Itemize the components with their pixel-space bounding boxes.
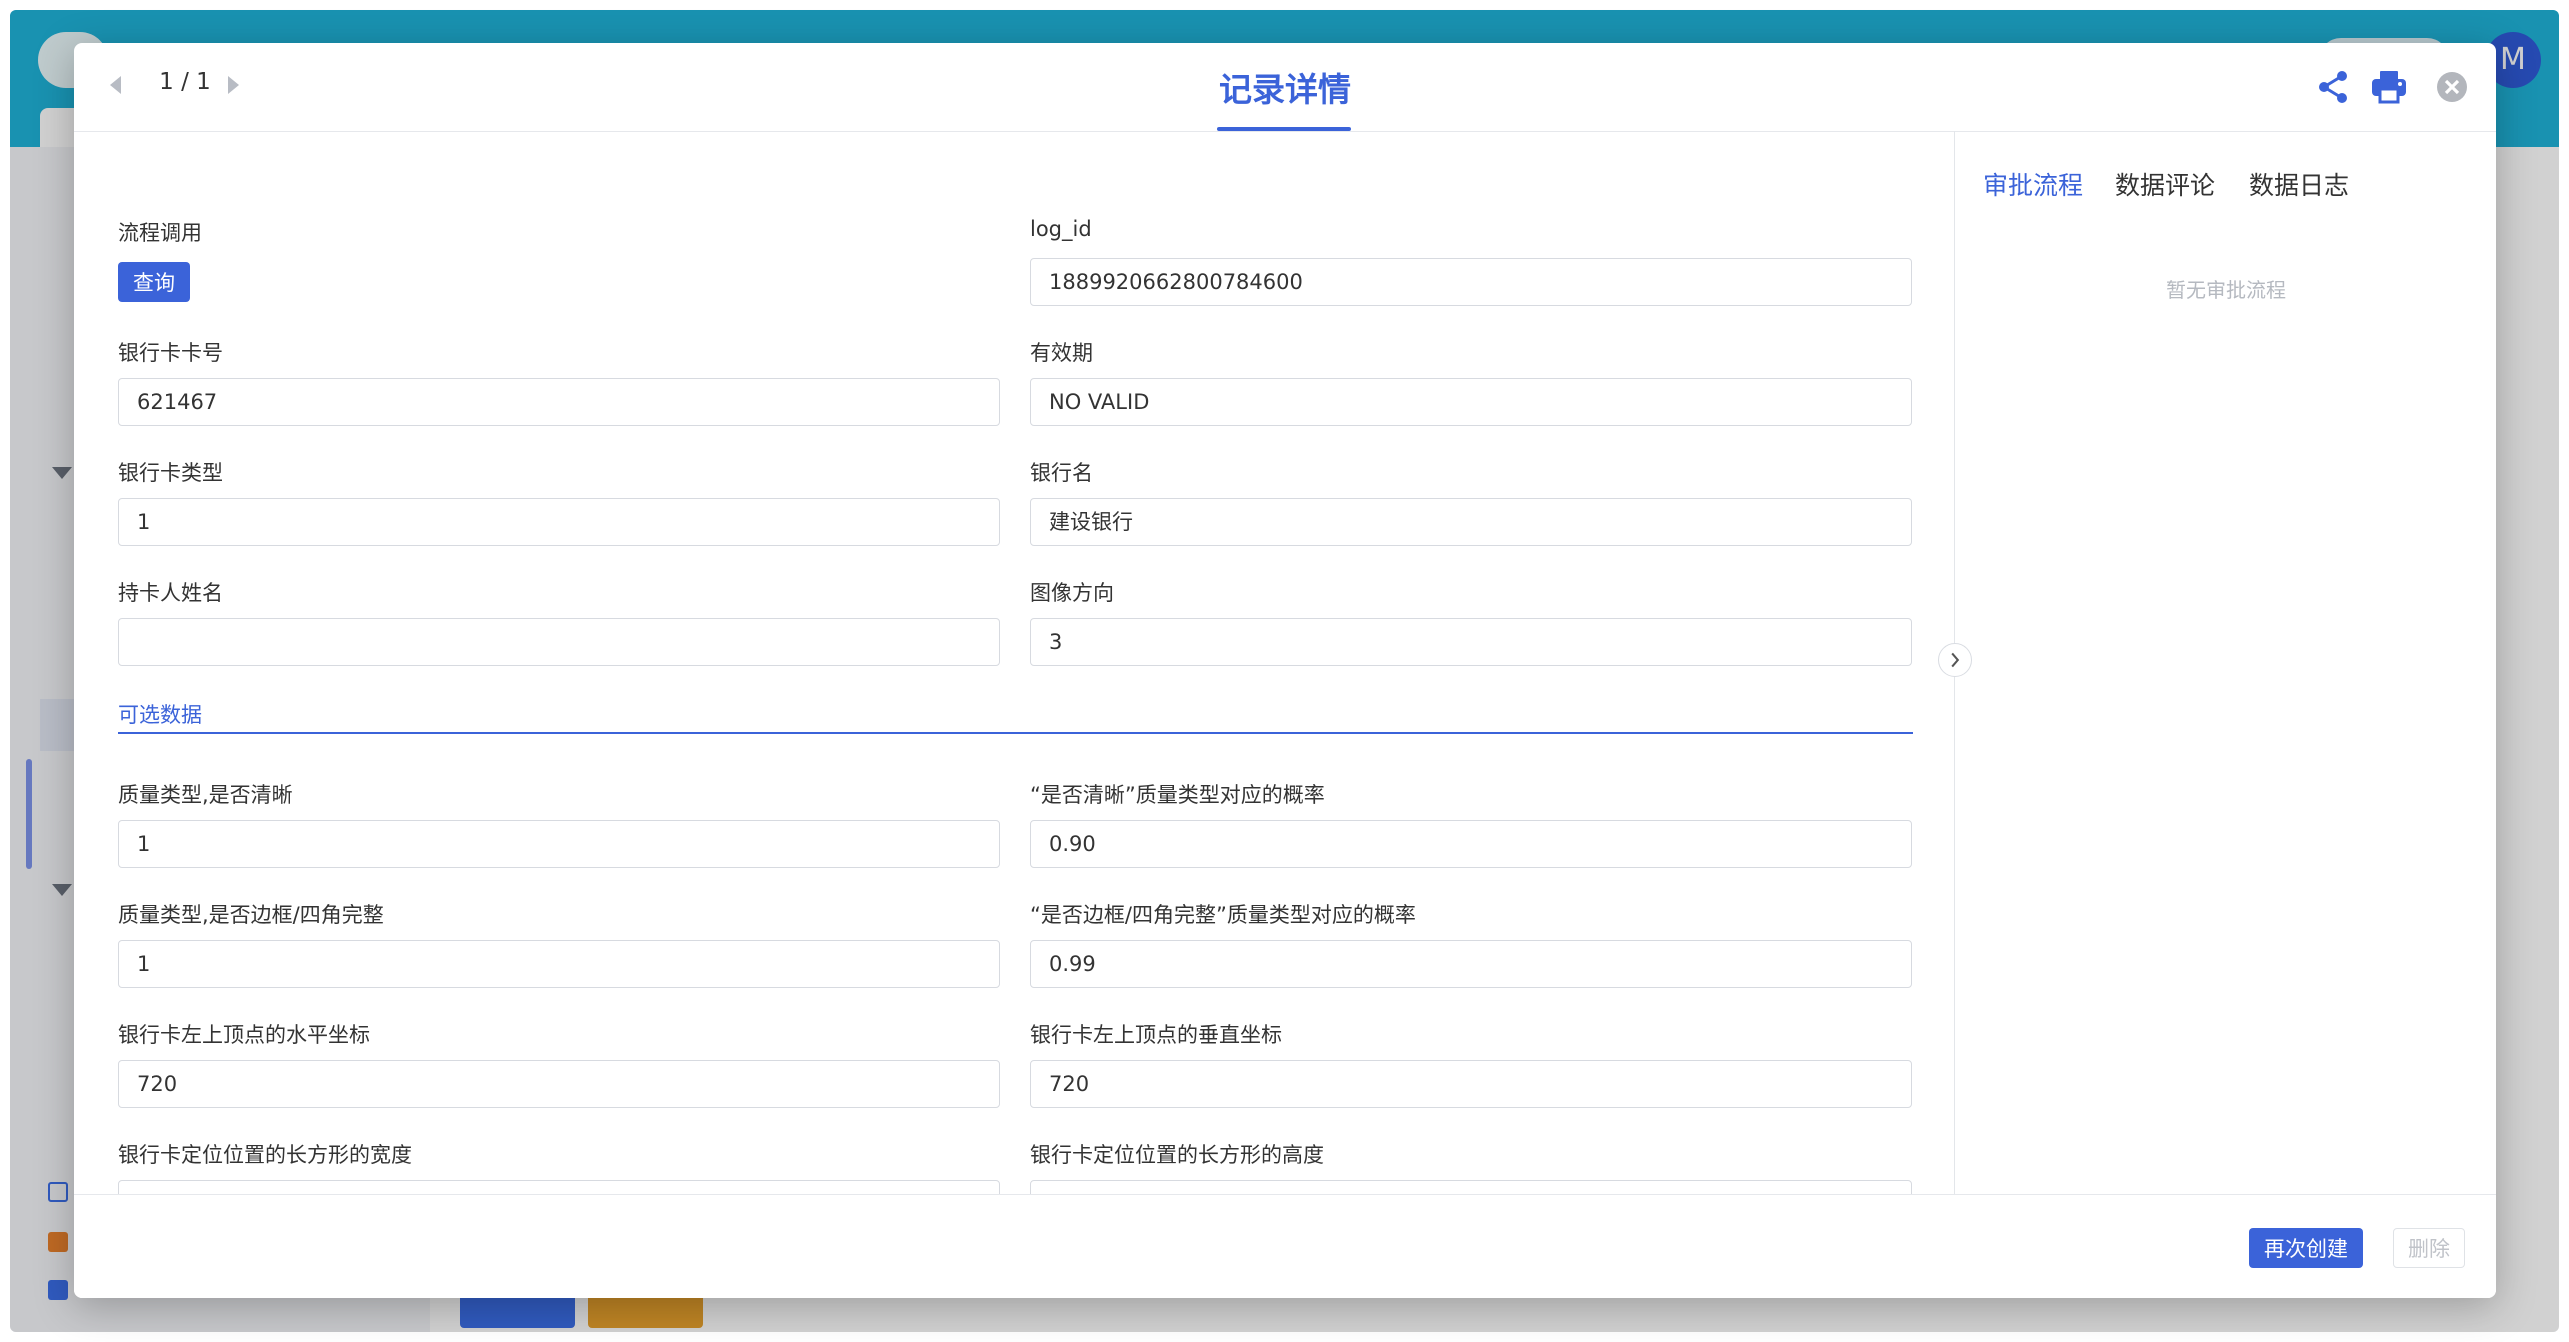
field-label: 银行卡类型	[118, 461, 223, 485]
modal-header: 1 / 1 记录详情	[74, 43, 2496, 132]
close-icon[interactable]	[2432, 67, 2472, 107]
clarity-quality-field[interactable]: 1	[118, 820, 1000, 868]
recreate-button[interactable]: 再次创建	[2249, 1228, 2363, 1268]
field-label: “是否清晰”质量类型对应的概率	[1030, 783, 1325, 807]
field-label: 持卡人姓名	[118, 581, 223, 605]
border-quality-field[interactable]: 1	[118, 940, 1000, 988]
field-label: log_id	[1030, 217, 1092, 241]
field-label: 银行卡左上顶点的水平坐标	[118, 1023, 370, 1047]
field-label: “是否边框/四角完整”质量类型对应的概率	[1030, 903, 1416, 927]
field-label: 图像方向	[1030, 581, 1114, 605]
image-orientation-field[interactable]: 3	[1030, 618, 1912, 666]
card-type-field[interactable]: 1	[118, 498, 1000, 546]
tab-data-comments[interactable]: 数据评论	[2115, 166, 2215, 202]
optional-data-section-title: 可选数据	[118, 703, 202, 727]
tab-data-log[interactable]: 数据日志	[2249, 166, 2349, 202]
query-button[interactable]: 查询	[118, 262, 190, 302]
field-label: 银行名	[1030, 461, 1093, 485]
next-record-icon[interactable]	[228, 76, 239, 94]
field-label: 有效期	[1030, 341, 1093, 365]
field-label: 银行卡定位位置的长方形的宽度	[118, 1143, 412, 1167]
field-label: 银行卡卡号	[118, 341, 223, 365]
right-side-panel: 审批流程 数据评论 数据日志 暂无审批流程	[1954, 131, 2496, 1235]
field-label: 质量类型,是否边框/四角完整	[118, 903, 384, 927]
record-pager: 1 / 1	[159, 69, 211, 95]
record-form: 流程调用 查询 log_id 1889920662800784600 银行卡卡号…	[118, 131, 1918, 1231]
clarity-probability-field[interactable]: 0.90	[1030, 820, 1912, 868]
modal-title: 记录详情	[1219, 70, 1351, 109]
tab-approval-flow[interactable]: 审批流程	[1983, 166, 2083, 202]
empty-approval-text: 暂无审批流程	[2166, 278, 2286, 302]
chevron-right-icon[interactable]	[1938, 643, 1972, 677]
share-icon[interactable]	[2314, 67, 2354, 107]
prev-record-icon[interactable]	[110, 76, 121, 94]
holder-name-field[interactable]	[118, 618, 1000, 666]
field-label: 银行卡定位位置的长方形的高度	[1030, 1143, 1324, 1167]
bank-name-field[interactable]: 建设银行	[1030, 498, 1912, 546]
process-call-label: 流程调用	[118, 221, 202, 245]
field-label: 质量类型,是否清晰	[118, 783, 293, 807]
section-divider	[118, 732, 1913, 734]
top-left-x-field[interactable]: 720	[118, 1060, 1000, 1108]
border-probability-field[interactable]: 0.99	[1030, 940, 1912, 988]
log-id-field[interactable]: 1889920662800784600	[1030, 258, 1912, 306]
print-icon[interactable]	[2369, 67, 2409, 107]
record-detail-modal: 1 / 1 记录详情 流程调用 查询 log_id 18899206628007…	[74, 43, 2496, 1298]
card-number-field[interactable]: 621467	[118, 378, 1000, 426]
validity-field[interactable]: NO VALID	[1030, 378, 1912, 426]
field-label: 银行卡左上顶点的垂直坐标	[1030, 1023, 1282, 1047]
modal-footer: 再次创建 删除	[74, 1194, 2496, 1298]
delete-button[interactable]: 删除	[2393, 1228, 2465, 1268]
top-left-y-field[interactable]: 720	[1030, 1060, 1912, 1108]
